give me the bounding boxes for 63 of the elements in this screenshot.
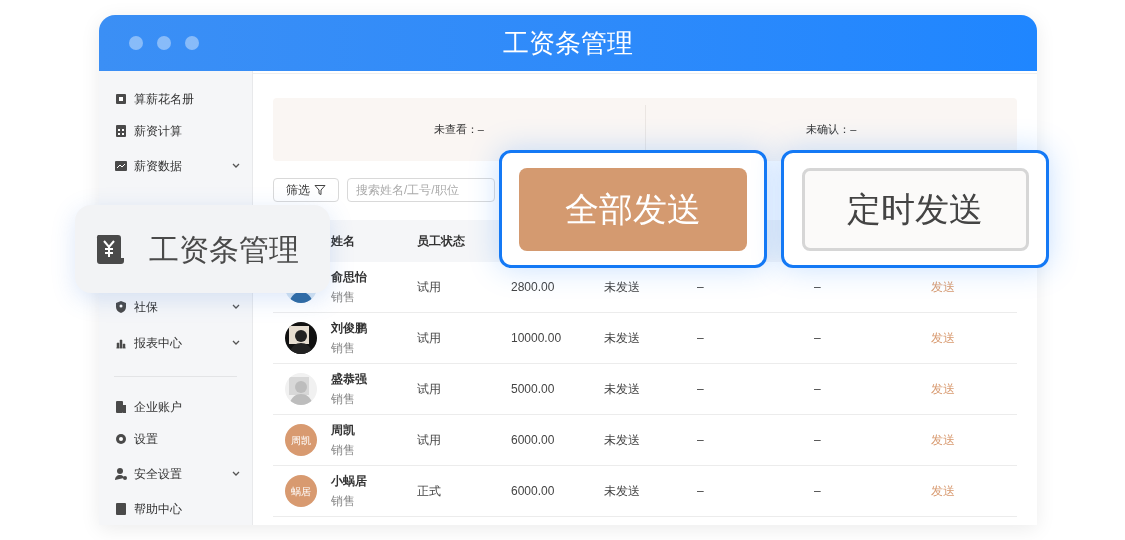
employee-department: 销售 [331,391,356,408]
table-cell: 试用 [417,331,441,345]
sidebar-item[interactable]: 薪资计算 [99,115,252,147]
shield-icon [114,299,128,314]
book-icon [114,502,128,516]
table-cell: 6000.00 [511,484,555,498]
calculator-icon [114,124,128,138]
window-title: 工资条管理 [503,26,633,60]
sidebar-item[interactable]: 企业账户 [99,391,252,423]
callout-title: 工资条管理 [149,231,299,268]
employee-name: 俞思怡 [331,269,368,286]
filter-icon [314,184,326,196]
table-cell: 正式 [417,484,441,498]
employee-name: 刘俊鹏 [331,320,368,337]
avatar: 蜗居 [285,475,317,507]
table-cell: 10000.00 [511,331,562,345]
sidebar-item[interactable]: 设置 [99,423,252,455]
sidebar-item[interactable]: 算薪花名册 [99,83,252,115]
column-header: 姓名 [331,234,355,248]
building-icon [114,400,128,414]
table-cell: – [814,433,821,447]
employee-name: 小蜗居 [331,473,368,490]
table-cell: 6000.00 [511,433,555,447]
table-cell: – [697,382,704,396]
table-cell: – [697,280,704,294]
table-cell: 试用 [417,280,441,294]
table-cell: 试用 [417,433,441,447]
table-cell: – [814,280,821,294]
user-lock-icon [114,466,128,481]
sidebar-item[interactable]: 报表中心 [99,324,252,362]
summary-stat: 未确认：– [806,122,857,138]
table-cell: – [697,484,704,498]
filter-button[interactable]: 筛选 [273,178,339,202]
employee-department: 销售 [331,289,356,306]
table-cell: 未发送 [604,382,640,396]
table-cell: 未发送 [604,484,640,498]
sidebar-item[interactable]: 帮助中心 [99,492,252,525]
employee-name: 周凯 [331,422,356,439]
table-cell: – [697,433,704,447]
employee-department: 销售 [331,493,356,510]
table-cell: – [814,484,821,498]
table-cell: 5000.00 [511,382,555,396]
table-cell: 未发送 [604,331,640,345]
chart-icon [114,159,128,173]
bar-chart-icon [114,336,128,350]
avatar: 周凯 [285,424,317,456]
table-cell: 未发送 [604,280,640,294]
table-cell: 试用 [417,382,441,396]
sidebar-item[interactable]: 薪资数据 [99,147,252,185]
search-field[interactable]: 搜索姓名/工号/职位 [347,178,495,202]
scheduled-send-button[interactable]: 定时发送 [801,167,1029,251]
employee-department: 销售 [331,442,356,459]
table-cell: – [814,331,821,345]
table-cell: 2800.00 [511,280,555,294]
sidebar-item[interactable]: 社保 [99,289,252,324]
table-cell: 未发送 [604,433,640,447]
sidebar-item[interactable]: 安全设置 [99,455,252,492]
table-cell: – [697,331,704,345]
table-cell: – [814,382,821,396]
employee-name: 盛恭强 [331,371,368,388]
summary-stat: 未查看：– [433,122,484,138]
employee-department: 销售 [331,340,356,357]
column-header: 员工状态 [417,234,465,248]
